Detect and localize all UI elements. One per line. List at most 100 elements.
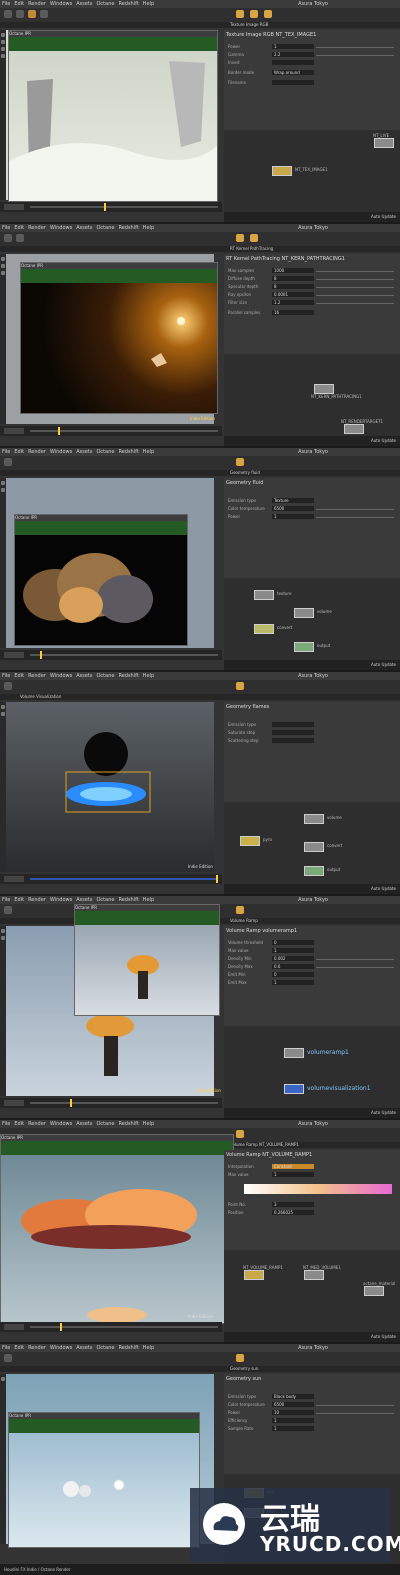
timeline[interactable] [0,1322,222,1332]
tool-icon[interactable] [4,458,12,466]
menu-edit[interactable]: Edit [12,1,26,7]
menu-file[interactable]: File [0,1,12,7]
menu-file[interactable]: File [0,897,12,903]
playback-controls[interactable] [4,652,24,658]
network-node[interactable]: octane_material [363,1281,395,1296]
menu-edit[interactable]: Edit [12,897,26,903]
menu-windows[interactable]: Windows [48,673,74,679]
tab-param[interactable]: Geometry fluid [0,470,260,475]
auto-update-status[interactable]: Auto Update [224,436,400,446]
timeline-bar[interactable] [30,1326,218,1328]
menu-file[interactable]: File [0,225,12,231]
menu-help[interactable]: Help [141,449,156,455]
param-slider[interactable] [316,1405,394,1406]
menu-help[interactable]: Help [141,1345,156,1351]
menu-windows[interactable]: Windows [48,225,74,231]
select-icon[interactable] [1,1377,5,1381]
select-icon[interactable] [1,705,5,709]
network-node[interactable]: output [304,866,340,876]
menu-edit[interactable]: Edit [12,225,26,231]
light-tool-icon[interactable] [236,1354,244,1362]
param-field[interactable]: 0 [272,972,314,977]
menu-redshift[interactable]: Redshift [116,1121,140,1127]
network-view[interactable]: NT_TEX_IMAGE1 NT_LIVE [224,130,400,222]
menu-octane[interactable]: Octane [94,1345,116,1351]
param-field[interactable] [272,722,314,727]
tool-icon[interactable] [4,10,12,18]
menu-help[interactable]: Help [141,897,156,903]
network-node[interactable]: NT_KERN_PATHTRACING1 [311,384,362,399]
rotate-icon[interactable] [1,271,5,275]
auto-update-status[interactable]: Auto Update [224,1108,400,1118]
network-node[interactable]: convert [304,842,342,852]
menu-edit[interactable]: Edit [12,673,26,679]
menu-redshift[interactable]: Redshift [116,1345,140,1351]
network-node[interactable]: NT_MED_VOLUME1 [303,1265,341,1280]
param-field[interactable]: 0.266025 [272,1210,314,1215]
tab-param[interactable]: Texture Image RGB [0,22,268,27]
param-slider[interactable] [316,1413,394,1414]
menu-render[interactable]: Render [26,225,48,231]
timeline[interactable] [0,650,222,660]
network-view[interactable]: volumeramp1 volumevisualization1 [224,1026,400,1118]
light-tool-icon[interactable] [236,1130,244,1138]
param-slider[interactable] [316,287,394,288]
tool-icon[interactable] [28,10,36,18]
light-tool-icon[interactable] [236,682,244,690]
menu-redshift[interactable]: Redshift [116,1,140,7]
menu-windows[interactable]: Windows [48,449,74,455]
param-field[interactable]: 3 [272,1202,314,1207]
menu-assets[interactable]: Assets [74,897,94,903]
param-field[interactable]: 1 [272,948,314,953]
tool-icon[interactable] [4,906,12,914]
tool-icon[interactable] [4,682,12,690]
network-node[interactable]: NT_RENDERTARGET1 [341,419,383,434]
network-node[interactable]: NT_TEX_IMAGE1 [272,166,328,176]
tab-viewport[interactable]: Volume Visualization [0,694,61,699]
light-tool-icon[interactable] [250,10,258,18]
network-node[interactable]: output [294,642,330,652]
timeline-cursor[interactable] [58,427,60,435]
tool-icon[interactable] [4,234,12,242]
color-ramp[interactable] [244,1184,392,1194]
timeline-bar[interactable] [30,654,218,656]
menu-windows[interactable]: Windows [48,1121,74,1127]
network-node[interactable]: NT_LIVE [373,133,394,148]
auto-update-status[interactable]: Auto Update [224,1332,400,1342]
menu-windows[interactable]: Windows [48,1,74,7]
timeline[interactable] [0,426,222,436]
menu-file[interactable]: File [0,1121,12,1127]
param-field[interactable]: Black body [272,1394,314,1399]
param-field[interactable]: Constant [272,1164,314,1169]
param-field[interactable]: 1000 [272,268,314,273]
tab-param[interactable]: RT Kernel PathTracing [0,246,273,251]
select-icon[interactable] [1,929,5,933]
tool-icon[interactable] [4,1354,12,1362]
menu-windows[interactable]: Windows [48,1345,74,1351]
param-field[interactable]: 1.2 [272,300,314,305]
rotate-icon[interactable] [1,47,5,51]
timeline-bar[interactable] [30,1102,218,1104]
menu-assets[interactable]: Assets [74,449,94,455]
scale-icon[interactable] [1,54,5,58]
network-node[interactable]: volume [304,814,342,824]
menu-octane[interactable]: Octane [94,673,116,679]
network-node[interactable]: volumeramp1 [284,1048,349,1058]
network-node[interactable]: convert [254,624,292,634]
tab-param[interactable]: Geometry sun [0,1366,258,1371]
light-tool-icon[interactable] [236,906,244,914]
tool-icon[interactable] [16,234,24,242]
param-field[interactable]: 8 [272,284,314,289]
menu-edit[interactable]: Edit [12,1121,26,1127]
menu-help[interactable]: Help [141,1,156,7]
param-field[interactable] [272,730,314,735]
timeline-cursor[interactable] [60,1323,62,1331]
menu-help[interactable]: Help [141,1121,156,1127]
param-field[interactable]: 1 [272,980,314,985]
playback-controls[interactable] [4,204,24,210]
menu-windows[interactable]: Windows [48,897,74,903]
move-icon[interactable] [1,936,5,940]
network-node[interactable]: pyro [240,836,272,846]
param-field[interactable] [272,738,314,743]
menu-render[interactable]: Render [26,1345,48,1351]
